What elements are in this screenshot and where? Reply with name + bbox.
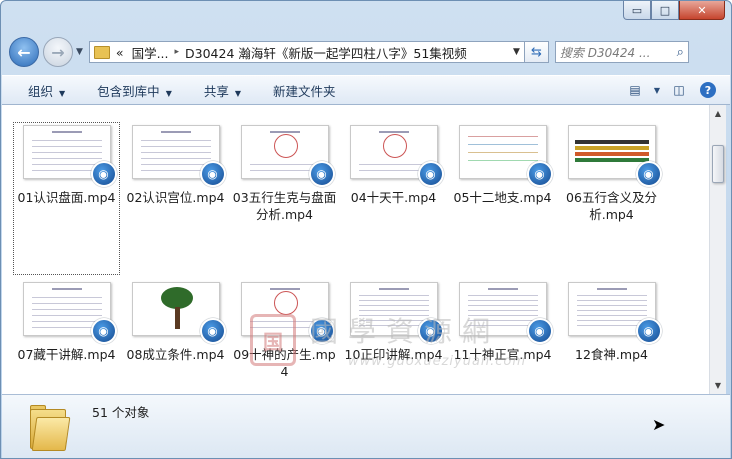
file-item[interactable]: ◉ 09十神的产生.mp4: [230, 278, 339, 394]
file-name: 08成立条件.mp4: [126, 347, 225, 362]
minimize-button[interactable]: ▭: [623, 1, 651, 20]
media-player-icon: ◉: [308, 161, 335, 187]
breadcrumb-parent[interactable]: 国学...: [132, 43, 169, 62]
chevron-down-icon: ▼: [59, 88, 66, 98]
video-thumbnail: ◉: [458, 125, 553, 187]
maximize-button[interactable]: □: [651, 1, 679, 20]
details-pane: 51 个对象: [2, 394, 730, 458]
file-name: 06五行含义及分析.mp4: [566, 190, 657, 222]
video-thumbnail: ◉: [131, 282, 226, 344]
search-icon[interactable]: ⌕: [677, 45, 684, 60]
video-thumbnail: ◉: [567, 125, 662, 187]
vertical-scrollbar[interactable]: ▲ ▼: [709, 105, 726, 394]
breadcrumb-separator[interactable]: ▸: [175, 47, 180, 57]
scroll-down-button[interactable]: ▼: [710, 377, 726, 394]
help-icon[interactable]: ?: [700, 82, 716, 98]
media-player-icon: ◉: [417, 161, 444, 187]
file-name: 10正印讲解.mp4: [344, 347, 443, 362]
file-item[interactable]: ◉ 11十神正官.mp4: [448, 278, 557, 394]
file-name: 09十神的产生.mp4: [233, 347, 336, 379]
change-view-button[interactable]: ▤: [624, 80, 646, 100]
command-bar: 组织 ▼ 包含到库中 ▼ 共享 ▼ 新建文件夹 ▤ ▼ ◫ ?: [2, 75, 730, 105]
scroll-up-button[interactable]: ▲: [710, 105, 726, 122]
search-box[interactable]: 搜索 D30424 ... ⌕: [554, 41, 689, 63]
share-menu[interactable]: 共享 ▼: [204, 81, 241, 100]
file-item[interactable]: ◉ 07藏干讲解.mp4: [12, 278, 121, 394]
chevron-down-icon: ▼: [234, 88, 242, 98]
media-player-icon: ◉: [308, 318, 335, 344]
video-thumbnail: ◉: [349, 125, 444, 187]
file-item[interactable]: ◉ 01认识盘面.mp4: [12, 121, 121, 276]
address-bar[interactable]: « 国学... ▸ D30424 瀚海轩《新版一起学四柱八字》51集视频 ▼: [88, 41, 525, 63]
file-item[interactable]: ◉ 05十二地支.mp4: [448, 121, 557, 276]
back-button[interactable]: ←: [9, 37, 39, 67]
view-icon: ▤: [629, 83, 641, 97]
folder-icon: [93, 45, 110, 59]
recent-pages-dropdown[interactable]: ▼: [76, 47, 83, 57]
address-dropdown-icon[interactable]: ▼: [513, 47, 520, 57]
new-folder-button[interactable]: 新建文件夹: [273, 81, 336, 100]
close-button[interactable]: ✕: [679, 1, 725, 20]
file-name: 01认识盘面.mp4: [17, 190, 116, 205]
preview-pane-button[interactable]: ◫: [668, 80, 690, 100]
media-player-icon: ◉: [635, 161, 662, 187]
file-name: 03五行生克与盘面分析.mp4: [232, 190, 337, 222]
forward-button[interactable]: →: [43, 37, 73, 67]
view-dropdown-icon[interactable]: ▼: [646, 80, 668, 100]
video-thumbnail: ◉: [458, 282, 553, 344]
file-item[interactable]: ◉ 12食神.mp4: [557, 278, 666, 394]
item-count: 51 个对象: [92, 405, 150, 420]
media-player-icon: ◉: [199, 161, 226, 187]
file-item[interactable]: ◉ 06五行含义及分析.mp4: [557, 121, 666, 276]
include-label: 包含到库中: [97, 83, 160, 99]
chevron-down-icon: ▼: [165, 88, 172, 98]
video-thumbnail: ◉: [22, 125, 117, 187]
file-name: 02认识宫位.mp4: [126, 190, 225, 205]
video-thumbnail: ◉: [131, 125, 226, 187]
file-name: 11十神正官.mp4: [453, 347, 552, 362]
video-thumbnail: ◉: [240, 125, 335, 187]
file-grid: ◉ 01认识盘面.mp4 ◉ 02认识宫位.mp4 ◉ 03五行生克与盘面分析.mp4 ◉ 0…: [12, 121, 666, 394]
media-player-icon: ◉: [90, 161, 117, 187]
file-name: 12食神.mp4: [575, 347, 648, 362]
media-player-icon: ◉: [417, 318, 444, 344]
address-prefix[interactable]: «: [116, 45, 124, 60]
media-player-icon: ◉: [635, 318, 662, 344]
scroll-thumb[interactable]: [712, 145, 724, 183]
share-label: 共享: [203, 83, 229, 99]
include-in-library-menu[interactable]: 包含到库中 ▼: [97, 81, 172, 100]
folder-icon: [28, 403, 71, 451]
file-name: 05十二地支.mp4: [453, 190, 552, 205]
mouse-cursor-icon: ➤: [652, 415, 666, 434]
video-thumbnail: ◉: [240, 282, 335, 344]
breadcrumb-current[interactable]: D30424 瀚海轩《新版一起学四柱八字》51集视频: [185, 43, 509, 62]
search-input[interactable]: 搜索 D30424 ...: [560, 44, 677, 61]
refresh-icon: ⇆: [530, 44, 542, 60]
file-item[interactable]: ◉ 03五行生克与盘面分析.mp4: [230, 121, 339, 276]
file-item[interactable]: ◉ 04十天干.mp4: [339, 121, 448, 276]
refresh-button[interactable]: ⇆: [524, 41, 549, 63]
file-item[interactable]: ◉ 08成立条件.mp4: [121, 278, 230, 394]
file-name: 07藏干讲解.mp4: [17, 347, 116, 362]
file-list[interactable]: ◉ 01认识盘面.mp4 ◉ 02认识宫位.mp4 ◉ 03五行生克与盘面分析.mp4 ◉ 0…: [2, 105, 709, 394]
video-thumbnail: ◉: [349, 282, 444, 344]
media-player-icon: ◉: [90, 318, 117, 344]
media-player-icon: ◉: [526, 318, 553, 344]
arrow-right-icon: →: [51, 42, 65, 62]
organize-menu[interactable]: 组织 ▼: [28, 81, 65, 100]
video-thumbnail: ◉: [22, 282, 117, 344]
navigation-bar: ← → ▼ « 国学... ▸ D30424 瀚海轩《新版一起学四柱八字》51集…: [9, 36, 723, 68]
caption-buttons: ▭ □ ✕: [623, 1, 725, 20]
media-player-icon: ◉: [199, 318, 226, 344]
view-controls: ▤ ▼ ◫ ?: [624, 80, 716, 100]
arrow-left-icon: ←: [17, 42, 31, 62]
file-item[interactable]: ◉ 10正印讲解.mp4: [339, 278, 448, 394]
organize-label: 组织: [28, 83, 54, 99]
preview-pane-icon: ◫: [673, 83, 685, 97]
file-item[interactable]: ◉ 02认识宫位.mp4: [121, 121, 230, 276]
file-name: 04十天干.mp4: [350, 190, 437, 205]
video-thumbnail: ◉: [567, 282, 662, 344]
media-player-icon: ◉: [526, 161, 553, 187]
explorer-window: ▭ □ ✕ ← → ▼ « 国学... ▸ D30424 瀚海轩《新版一起学四柱…: [0, 0, 732, 459]
